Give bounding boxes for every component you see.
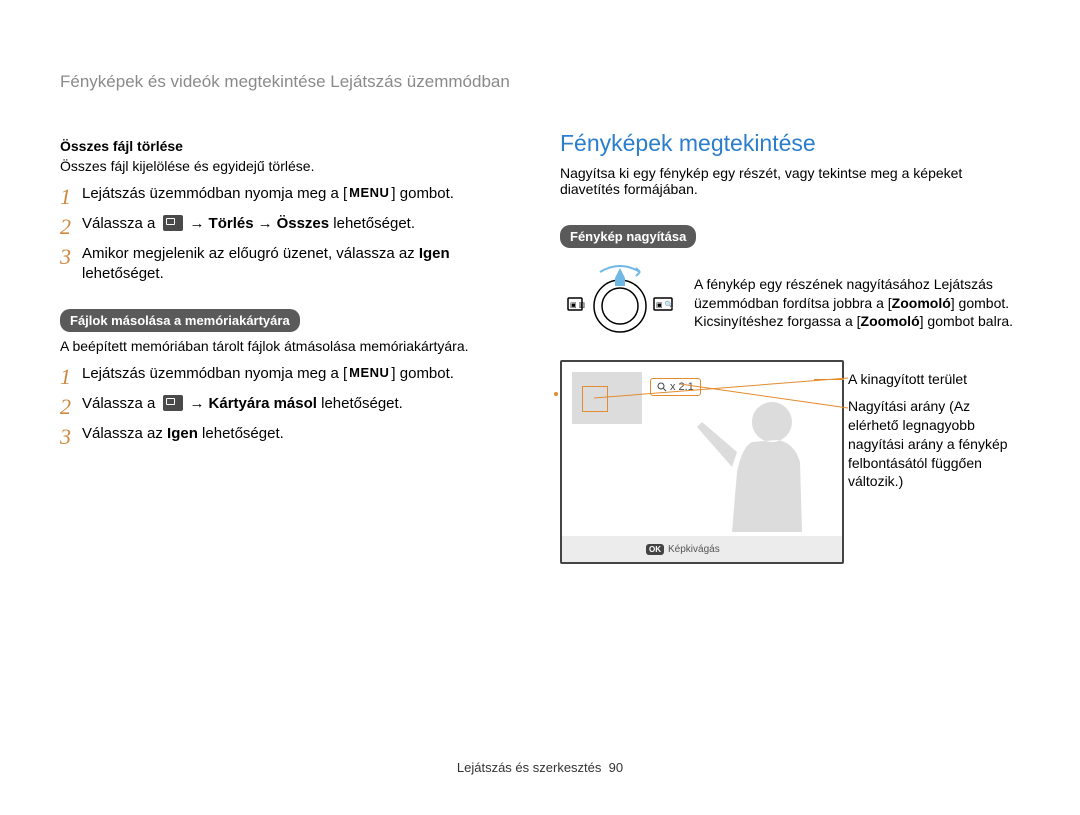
arrow-icon: →: [190, 394, 205, 414]
step-number: 2: [60, 396, 82, 418]
zoom-knob-illustration: ▣ ▥ ▣ 🔍: [560, 264, 680, 342]
crop-label: Képkivágás: [668, 544, 720, 555]
annotation-zoom-area: A kinagyított terület: [848, 370, 967, 389]
step-a3: 3 Amikor megjelenik az előugró üzenet, v…: [60, 244, 520, 285]
step-number: 3: [60, 246, 82, 268]
content-columns: Összes fájl törlése Összes fájl kijelölé…: [60, 130, 1020, 564]
step-keyword: Összes: [277, 215, 330, 232]
step-b2: 2 Válassza a →Kártyára másol lehetőséget…: [60, 394, 520, 418]
viewing-photos-title: Fényképek megtekintése: [560, 130, 1020, 157]
page: Fényképek és videók megtekintése Lejátsz…: [0, 0, 1080, 815]
step-fragment: lehetőséget.: [82, 265, 164, 282]
step-number: 1: [60, 366, 82, 388]
step-fragment: lehetőséget.: [198, 425, 284, 442]
step-text: Válassza a →Törlés→Összes lehetőséget.: [82, 214, 520, 234]
step-fragment: Lejátszás üzemmódban nyomja meg a [: [82, 185, 347, 202]
menu-label: MENU: [347, 364, 391, 382]
arrow-icon: →: [258, 214, 273, 234]
screen-annotation-block: x 2.1 OK Képkivágás: [560, 360, 1020, 564]
step-keyword: Igen: [419, 245, 450, 262]
step-a1: 1 Lejátszás üzemmódban nyomja meg a [MEN…: [60, 184, 520, 208]
step-keyword: Kártyára másol: [209, 395, 317, 412]
copy-files-badge: Fájlok másolása a memóriakártyára: [60, 309, 300, 332]
step-fragment: Válassza a: [82, 215, 160, 232]
step-text: Válassza az Igen lehetőséget.: [82, 424, 520, 444]
arrow-icon: →: [190, 214, 205, 234]
zoom-instruction-area: ▣ ▥ ▣ 🔍 A fénykép egy részének n: [560, 264, 1020, 342]
viewing-photos-intro: Nagyítsa ki egy fénykép egy részét, vagy…: [560, 165, 1020, 197]
zoom-keyword: Zoomoló: [892, 295, 951, 311]
step-fragment: lehetőséget.: [329, 215, 415, 232]
footer-page-number: 90: [609, 760, 623, 775]
page-footer: Lejátszás és szerkesztés 90: [0, 760, 1080, 775]
step-number: 3: [60, 426, 82, 448]
annotation-zoom-ratio: Nagyítási arány (Az elérhető legnagyobb …: [848, 397, 1020, 491]
ok-badge: OK: [646, 544, 664, 555]
zoom-text-fragment: ] gombot balra.: [920, 313, 1013, 329]
settings-icon: [163, 395, 183, 411]
step-fragment: Válassza az: [82, 425, 167, 442]
svg-text:▣ 🔍: ▣ 🔍: [656, 300, 674, 309]
zoom-instruction-text: A fénykép egy részének nagyításához Lejá…: [694, 275, 1020, 332]
screen-footer-strip: OK Képkivágás: [562, 536, 842, 562]
step-text: Amikor megjelenik az előugró üzenet, vál…: [82, 244, 520, 285]
step-text: Válassza a →Kártyára másol lehetőséget.: [82, 394, 520, 414]
step-fragment: ] gombot.: [391, 365, 454, 382]
step-fragment: Válassza a: [82, 395, 160, 412]
breadcrumb: Fényképek és videók megtekintése Lejátsz…: [60, 72, 510, 92]
zoom-photo-badge: Fénykép nagyítása: [560, 225, 696, 248]
step-fragment: ] gombot.: [391, 185, 454, 202]
navigator-thumb: [572, 372, 642, 424]
left-column: Összes fájl törlése Összes fájl kijelölé…: [60, 130, 520, 564]
step-fragment: lehetőséget.: [317, 395, 403, 412]
step-number: 1: [60, 186, 82, 208]
settings-icon: [163, 215, 183, 231]
delete-all-desc: Összes fájl kijelölése és egyidejű törlé…: [60, 158, 520, 174]
right-column: Fényképek megtekintése Nagyítsa ki egy f…: [560, 130, 1020, 564]
step-fragment: Lejátszás üzemmódban nyomja meg a [: [82, 365, 347, 382]
camera-screen-illustration: x 2.1 OK Képkivágás: [560, 360, 844, 564]
step-keyword: Igen: [167, 425, 198, 442]
menu-label: MENU: [347, 184, 391, 202]
step-text: Lejátszás üzemmódban nyomja meg a [MENU]…: [82, 184, 520, 204]
magnifier-icon: [657, 382, 667, 392]
svg-text:▣ ▥: ▣ ▥: [570, 302, 585, 309]
step-b1: 1 Lejátszás üzemmódban nyomja meg a [MEN…: [60, 364, 520, 388]
photo-silhouette: [682, 392, 832, 532]
step-number: 2: [60, 216, 82, 238]
step-a2: 2 Válassza a →Törlés→Összes lehetőséget.: [60, 214, 520, 238]
copy-files-desc: A beépített memóriában tárolt fájlok átm…: [60, 338, 520, 354]
zoom-keyword: Zoomoló: [861, 313, 920, 329]
step-fragment: Amikor megjelenik az előugró üzenet, vál…: [82, 245, 419, 262]
step-text: Lejátszás üzemmódban nyomja meg a [MENU]…: [82, 364, 520, 384]
step-b3: 3 Válassza az Igen lehetőséget.: [60, 424, 520, 448]
footer-section: Lejátszás és szerkesztés: [457, 760, 602, 775]
zoom-region-box: [582, 386, 608, 412]
delete-all-title: Összes fájl törlése: [60, 138, 520, 154]
step-keyword: Törlés: [209, 215, 254, 232]
